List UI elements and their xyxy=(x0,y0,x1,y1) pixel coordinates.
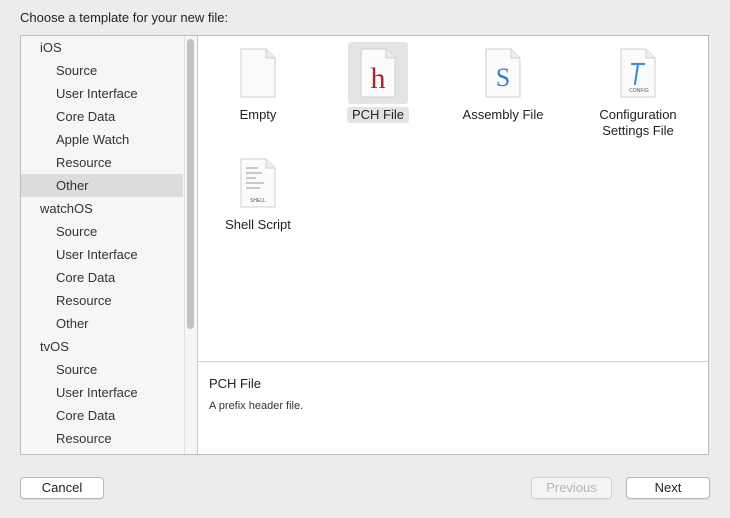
template-description: PCH File A prefix header file. xyxy=(198,362,708,454)
sidebar-list: iOS Source User Interface Core Data Apple Wa… xyxy=(21,36,183,450)
template-label: Assembly File xyxy=(462,107,544,122)
template-label: PCH File xyxy=(346,107,409,123)
template-label: Empty xyxy=(239,107,277,122)
template-pch-file[interactable]: h PCH File xyxy=(338,42,418,124)
sidebar-item[interactable]: Other xyxy=(21,174,183,197)
sidebar-item[interactable]: Resource xyxy=(21,289,183,312)
sidebar-section-header: tvOS xyxy=(40,339,69,354)
template-label: Configuration Settings File xyxy=(599,107,677,138)
sidebar-item[interactable]: Apple Watch xyxy=(21,128,183,151)
sidebar-item[interactable]: Source xyxy=(21,220,183,243)
template-panel: iOS Source User Interface Core Data Apple Wa… xyxy=(20,35,709,455)
sidebar-item[interactable]: Core Data xyxy=(21,404,183,427)
pch-file-icon: h xyxy=(348,42,408,104)
next-button[interactable]: Next xyxy=(626,477,710,499)
shell-glyph: SHELL xyxy=(250,198,266,204)
template-label: Shell Script xyxy=(225,217,291,232)
description-text: A prefix header file. xyxy=(209,400,304,412)
sidebar-scrollbar[interactable] xyxy=(184,36,197,454)
assembly-file-icon: S xyxy=(473,42,533,104)
config-file-icon: CONFIG xyxy=(608,42,668,104)
description-title: PCH File xyxy=(209,376,262,391)
pch-glyph: h xyxy=(371,62,386,95)
shell-script-icon: SHELL xyxy=(228,152,288,214)
config-glyph: CONFIG xyxy=(629,88,649,94)
sidebar-item[interactable]: User Interface xyxy=(21,381,183,404)
template-assembly-file[interactable]: S Assembly File xyxy=(453,42,553,123)
template-grid: Empty h PCH File S Assembly File CONFIG … xyxy=(198,36,708,361)
template-configuration-settings-file[interactable]: CONFIG Configuration Settings File xyxy=(575,42,701,139)
empty-file-icon xyxy=(228,42,288,104)
sidebar-item[interactable]: Resource xyxy=(21,151,183,174)
sidebar-section-header: iOS xyxy=(40,40,62,55)
sidebar-scrollbar-thumb[interactable] xyxy=(187,39,194,329)
sidebar-item[interactable]: Source xyxy=(21,358,183,381)
sidebar-item[interactable]: User Interface xyxy=(21,243,183,266)
template-shell-script[interactable]: SHELL Shell Script xyxy=(218,152,298,233)
previous-button[interactable]: Previous xyxy=(531,477,612,499)
dialog-prompt: Choose a template for your new file: xyxy=(20,10,229,25)
sidebar-section-header: watchOS xyxy=(40,201,93,216)
sidebar-item[interactable]: User Interface xyxy=(21,82,183,105)
platform-sidebar: iOS Source User Interface Core Data Apple Wa… xyxy=(21,36,198,454)
sidebar-item[interactable]: Core Data xyxy=(21,105,183,128)
sidebar-item[interactable]: Source xyxy=(21,59,183,82)
template-empty[interactable]: Empty xyxy=(218,42,298,123)
assembly-glyph: S xyxy=(496,63,510,92)
sidebar-item[interactable]: Resource xyxy=(21,427,183,450)
cancel-button[interactable]: Cancel xyxy=(20,477,104,499)
sidebar-item[interactable]: Other xyxy=(21,312,183,335)
sidebar-item[interactable]: Core Data xyxy=(21,266,183,289)
